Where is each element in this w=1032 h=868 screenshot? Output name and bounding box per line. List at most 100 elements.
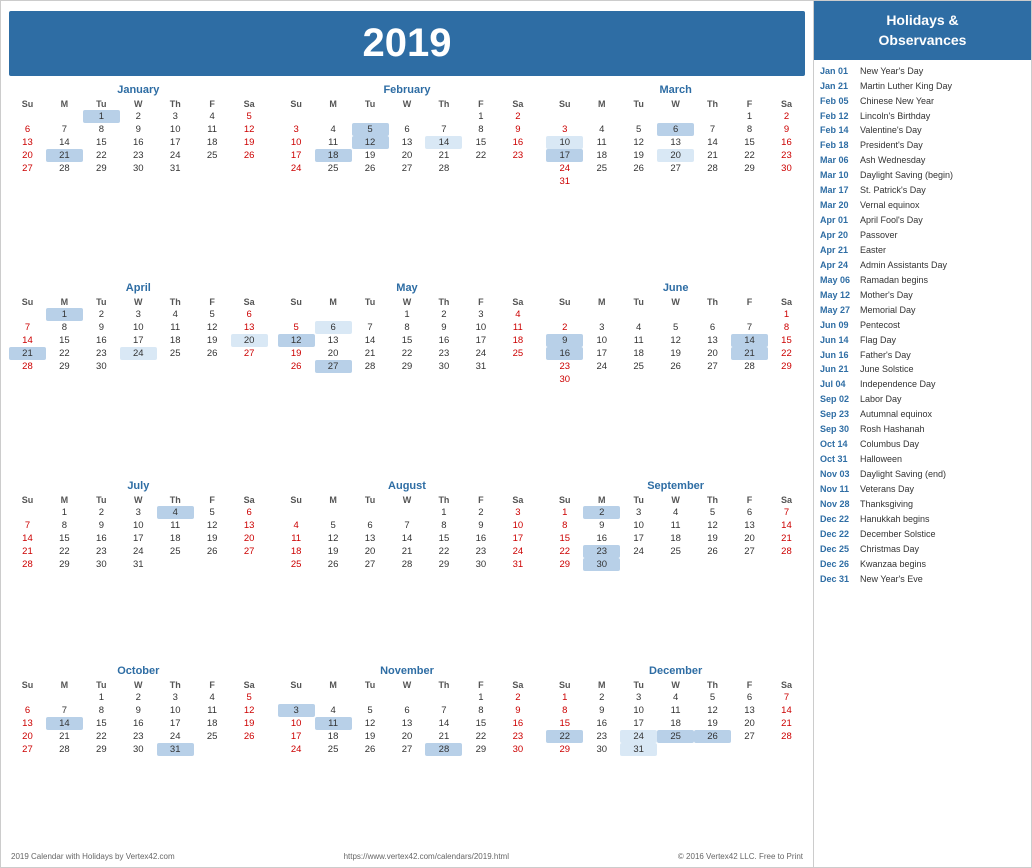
day-header: Th xyxy=(425,494,462,506)
calendar-day: 16 xyxy=(120,717,157,730)
calendar-day: 23 xyxy=(499,730,536,743)
calendar-day: 6 xyxy=(231,308,268,321)
calendar-day: 15 xyxy=(731,136,768,149)
calendar-day: 22 xyxy=(83,730,120,743)
day-header: M xyxy=(315,296,352,308)
holiday-name: President's Day xyxy=(860,139,923,153)
calendar-day: 27 xyxy=(231,545,268,558)
calendar-day: 4 xyxy=(583,123,620,136)
day-header: Su xyxy=(9,296,46,308)
holiday-date: Mar 17 xyxy=(820,184,856,198)
calendar-day: 10 xyxy=(546,136,583,149)
calendar-day: 23 xyxy=(83,347,120,360)
holiday-date: Dec 31 xyxy=(820,573,856,587)
holiday-item: Oct 14Columbus Day xyxy=(820,438,1025,453)
month-name: January xyxy=(9,84,268,96)
calendar-day xyxy=(620,558,657,571)
calendar-day: 7 xyxy=(768,506,805,519)
month-name: October xyxy=(9,665,268,677)
calendar-day: 9 xyxy=(499,123,536,136)
calendar-day: 21 xyxy=(425,730,462,743)
calendar-day xyxy=(583,110,620,123)
calendar-day: 18 xyxy=(315,149,352,162)
calendar-day: 27 xyxy=(231,347,268,360)
calendar-day: 12 xyxy=(352,136,389,149)
calendar-day: 1 xyxy=(425,506,462,519)
calendar-day: 18 xyxy=(499,334,536,347)
calendar-day: 23 xyxy=(120,730,157,743)
months-grid: JanuarySuMTuWThFSa1234567891011121314151… xyxy=(9,84,805,844)
calendar-day: 2 xyxy=(462,506,499,519)
month-name: June xyxy=(546,282,805,294)
calendar-day: 9 xyxy=(583,519,620,532)
calendar-day: 23 xyxy=(546,360,583,373)
calendar-day: 1 xyxy=(731,110,768,123)
day-header: W xyxy=(120,98,157,110)
day-header: W xyxy=(120,296,157,308)
holiday-item: Dec 31New Year's Eve xyxy=(820,572,1025,587)
calendar-day: 5 xyxy=(657,321,694,334)
holiday-item: Feb 05Chinese New Year xyxy=(820,94,1025,109)
calendar-day: 12 xyxy=(657,334,694,347)
calendar-day: 20 xyxy=(9,149,46,162)
holiday-date: Jan 21 xyxy=(820,80,856,94)
calendar-day: 28 xyxy=(768,545,805,558)
calendar-day: 8 xyxy=(546,704,583,717)
calendar-day: 20 xyxy=(389,149,426,162)
calendar-day: 8 xyxy=(46,519,83,532)
calendar-day xyxy=(657,175,694,188)
holiday-item: Jun 21June Solstice xyxy=(820,363,1025,378)
calendar-day: 17 xyxy=(157,136,194,149)
calendar-day: 10 xyxy=(120,519,157,532)
calendar-day: 6 xyxy=(657,123,694,136)
day-header: Th xyxy=(694,679,731,691)
calendar-day: 18 xyxy=(315,730,352,743)
calendar-day: 14 xyxy=(768,704,805,717)
calendar-day: 3 xyxy=(620,506,657,519)
calendar-day: 19 xyxy=(194,334,231,347)
calendar-day: 29 xyxy=(46,360,83,373)
calendar-day xyxy=(231,558,268,571)
calendar-day: 14 xyxy=(768,519,805,532)
calendar-day: 2 xyxy=(120,110,157,123)
day-header: Su xyxy=(278,296,315,308)
holiday-name: Father's Day xyxy=(860,349,911,363)
day-header: M xyxy=(315,679,352,691)
calendar-day xyxy=(731,308,768,321)
calendar-day: 14 xyxy=(46,717,83,730)
calendar-day: 7 xyxy=(731,321,768,334)
calendar-day: 23 xyxy=(583,730,620,743)
calendar-day xyxy=(231,360,268,373)
calendar-day: 10 xyxy=(278,717,315,730)
calendar-day: 17 xyxy=(278,730,315,743)
holiday-date: Oct 31 xyxy=(820,453,856,467)
calendar-day xyxy=(120,360,157,373)
holiday-name: Labor Day xyxy=(860,393,902,407)
calendar-day: 17 xyxy=(499,532,536,545)
calendar-day: 3 xyxy=(157,691,194,704)
calendar-day: 25 xyxy=(157,545,194,558)
calendar-day: 26 xyxy=(352,743,389,756)
calendar-day: 21 xyxy=(352,347,389,360)
calendar-day xyxy=(231,743,268,756)
calendar-day: 11 xyxy=(157,321,194,334)
calendar-day: 12 xyxy=(231,123,268,136)
calendar-day: 4 xyxy=(499,308,536,321)
footer-bar: 2019 Calendar with Holidays by Vertex42.… xyxy=(9,848,805,863)
holiday-date: Feb 14 xyxy=(820,124,856,138)
calendar-day: 1 xyxy=(462,691,499,704)
calendar-day xyxy=(352,308,389,321)
calendar-day: 12 xyxy=(694,704,731,717)
calendar-day: 13 xyxy=(315,334,352,347)
day-header: Sa xyxy=(231,679,268,691)
calendar-day: 25 xyxy=(657,545,694,558)
day-header: Su xyxy=(546,296,583,308)
calendar-day: 11 xyxy=(315,136,352,149)
calendar-day: 10 xyxy=(583,334,620,347)
calendar-day xyxy=(278,691,315,704)
calendar-day xyxy=(731,743,768,756)
calendar-day: 29 xyxy=(731,162,768,175)
day-header: Sa xyxy=(499,679,536,691)
calendar-day: 6 xyxy=(352,519,389,532)
calendar-day: 7 xyxy=(768,691,805,704)
